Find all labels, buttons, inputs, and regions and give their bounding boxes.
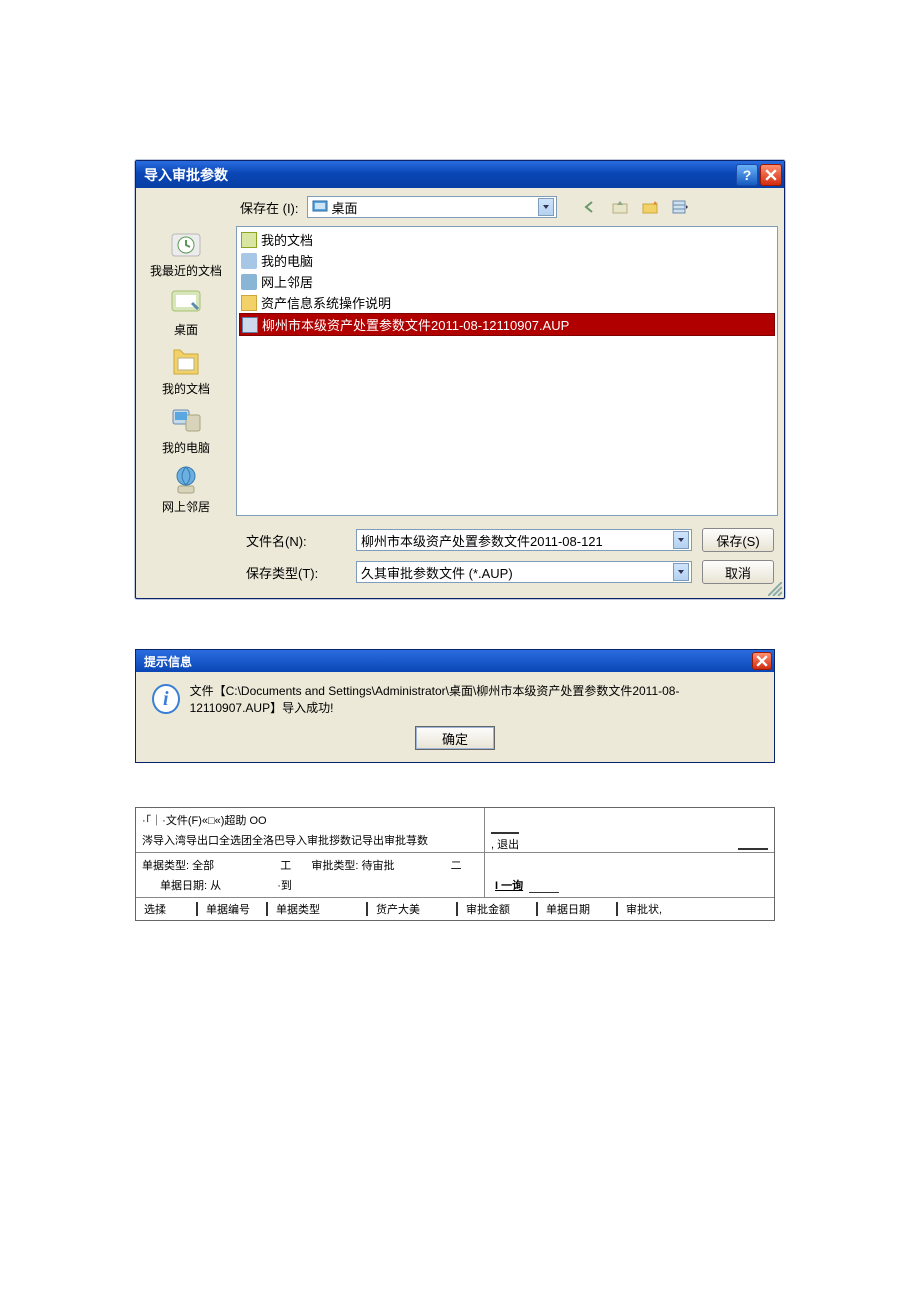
list-item[interactable]: 网上邻居 xyxy=(239,271,775,292)
save-in-label: 保存在 (I): xyxy=(240,198,299,217)
new-folder-icon[interactable] xyxy=(639,196,661,218)
table-header: 选揉 单据编号 单据类型 货产大美 审批金额 单据日期 审批状, xyxy=(136,898,774,920)
dialog-toolbar xyxy=(579,196,691,218)
ok-button[interactable]: 确定 xyxy=(415,726,495,750)
sidebar-item-recent[interactable]: 我最近的文档 xyxy=(140,226,232,281)
msgbox-titlebar[interactable]: 提示信息 xyxy=(136,650,774,672)
info-message-dialog: 提示信息 i 文件【C:\Documents and Settings\Admi… xyxy=(135,649,775,763)
filename-input[interactable]: 柳州市本级资产处置参数文件2011-08-121 xyxy=(356,529,692,551)
col-date[interactable]: 单据日期 xyxy=(536,902,616,916)
approval-type-label: 审批类型: 待宙批 xyxy=(311,860,394,872)
divider xyxy=(529,892,559,893)
folder-icon xyxy=(241,295,257,311)
col-doc-type[interactable]: 单据类型 xyxy=(266,902,366,916)
filetype-label: 保存类型(T): xyxy=(246,563,346,582)
msgbox-text: 文件【C:\Documents and Settings\Administrat… xyxy=(190,682,764,716)
filetype-select[interactable]: 久其审批参数文件 (*.AUP) xyxy=(356,561,692,583)
save-button[interactable]: 保存(S) xyxy=(702,528,774,552)
sidebar-item-desktop[interactable]: 桌面 xyxy=(140,285,232,340)
help-button[interactable]: ? xyxy=(736,164,758,186)
toolbar[interactable]: 涔导入湾导出口全选团全洛巴导入审批拶数记导出审批荨数 xyxy=(136,830,484,852)
close-button[interactable] xyxy=(752,652,772,670)
resize-grip-icon[interactable] xyxy=(768,582,782,596)
file-icon xyxy=(242,317,258,333)
save-in-value: 桌面 xyxy=(332,198,534,217)
col-select[interactable]: 选揉 xyxy=(136,902,196,916)
desktop-icon xyxy=(312,198,328,217)
date-to-label: ·到 xyxy=(277,880,292,892)
close-button[interactable] xyxy=(760,164,782,186)
chevron-down-icon[interactable] xyxy=(673,531,689,549)
save-in-combo[interactable]: 桌面 xyxy=(307,196,557,218)
exit-button[interactable]: , 退出 xyxy=(491,832,519,852)
file-save-dialog: 导入审批参数 ? 保存在 (I): 桌面 xyxy=(135,160,785,599)
sidebar-item-network[interactable]: 网上邻居 xyxy=(140,462,232,517)
documents-folder-icon xyxy=(241,232,257,248)
back-icon[interactable] xyxy=(579,196,601,218)
col-doc-no[interactable]: 单据编号 xyxy=(196,902,266,916)
menu-bar[interactable]: ·｢｜·文件(F)«□«)超助 OO xyxy=(136,808,484,830)
dialog-title: 导入审批参数 xyxy=(144,165,734,185)
filter-row: 单据类型: 全部 工 审批类型: 待宙批 二 单据日期: 从 ·到 xyxy=(136,853,484,897)
doc-type-label: 单据类型: 全部 xyxy=(142,860,214,872)
query-button[interactable]: I 一询 xyxy=(495,877,523,893)
msgbox-title: 提示信息 xyxy=(144,653,750,670)
filename-label: 文件名(N): xyxy=(246,531,346,550)
network-icon xyxy=(241,274,257,290)
views-icon[interactable] xyxy=(669,196,691,218)
file-list[interactable]: 我的文档 我的电脑 网上邻居 资产信息系统操作说明 柳州市本级资产处置参数文件2… xyxy=(236,226,778,516)
list-item[interactable]: 资产信息系统操作说明 xyxy=(239,292,775,313)
places-sidebar: 我最近的文档 桌面 我的文档 我的电脑 xyxy=(136,226,236,522)
col-amount[interactable]: 审批金额 xyxy=(456,902,536,916)
chevron-down-icon[interactable] xyxy=(538,198,554,216)
col-asset-cat[interactable]: 货产大美 xyxy=(366,902,456,916)
list-item-selected[interactable]: 柳州市本级资产处置参数文件2011-08-12110907.AUP xyxy=(239,313,775,336)
sidebar-item-documents[interactable]: 我的文档 xyxy=(140,344,232,399)
up-one-level-icon[interactable] xyxy=(609,196,631,218)
cancel-button[interactable]: 取消 xyxy=(702,560,774,584)
info-icon: i xyxy=(152,684,180,714)
col-status[interactable]: 审批状, xyxy=(616,902,774,916)
list-panel: ·｢｜·文件(F)«□«)超助 OO 涔导入湾导出口全选团全洛巴导入审批拶数记导… xyxy=(135,807,775,921)
list-item[interactable]: 我的文档 xyxy=(239,229,775,250)
chevron-down-icon[interactable] xyxy=(673,563,689,581)
sidebar-item-computer[interactable]: 我的电脑 xyxy=(140,403,232,458)
date-from-label: 单据日期: 从 xyxy=(160,880,221,892)
dialog-titlebar[interactable]: 导入审批参数 ? xyxy=(136,161,784,188)
list-item[interactable]: 我的电脑 xyxy=(239,250,775,271)
computer-icon xyxy=(241,253,257,269)
